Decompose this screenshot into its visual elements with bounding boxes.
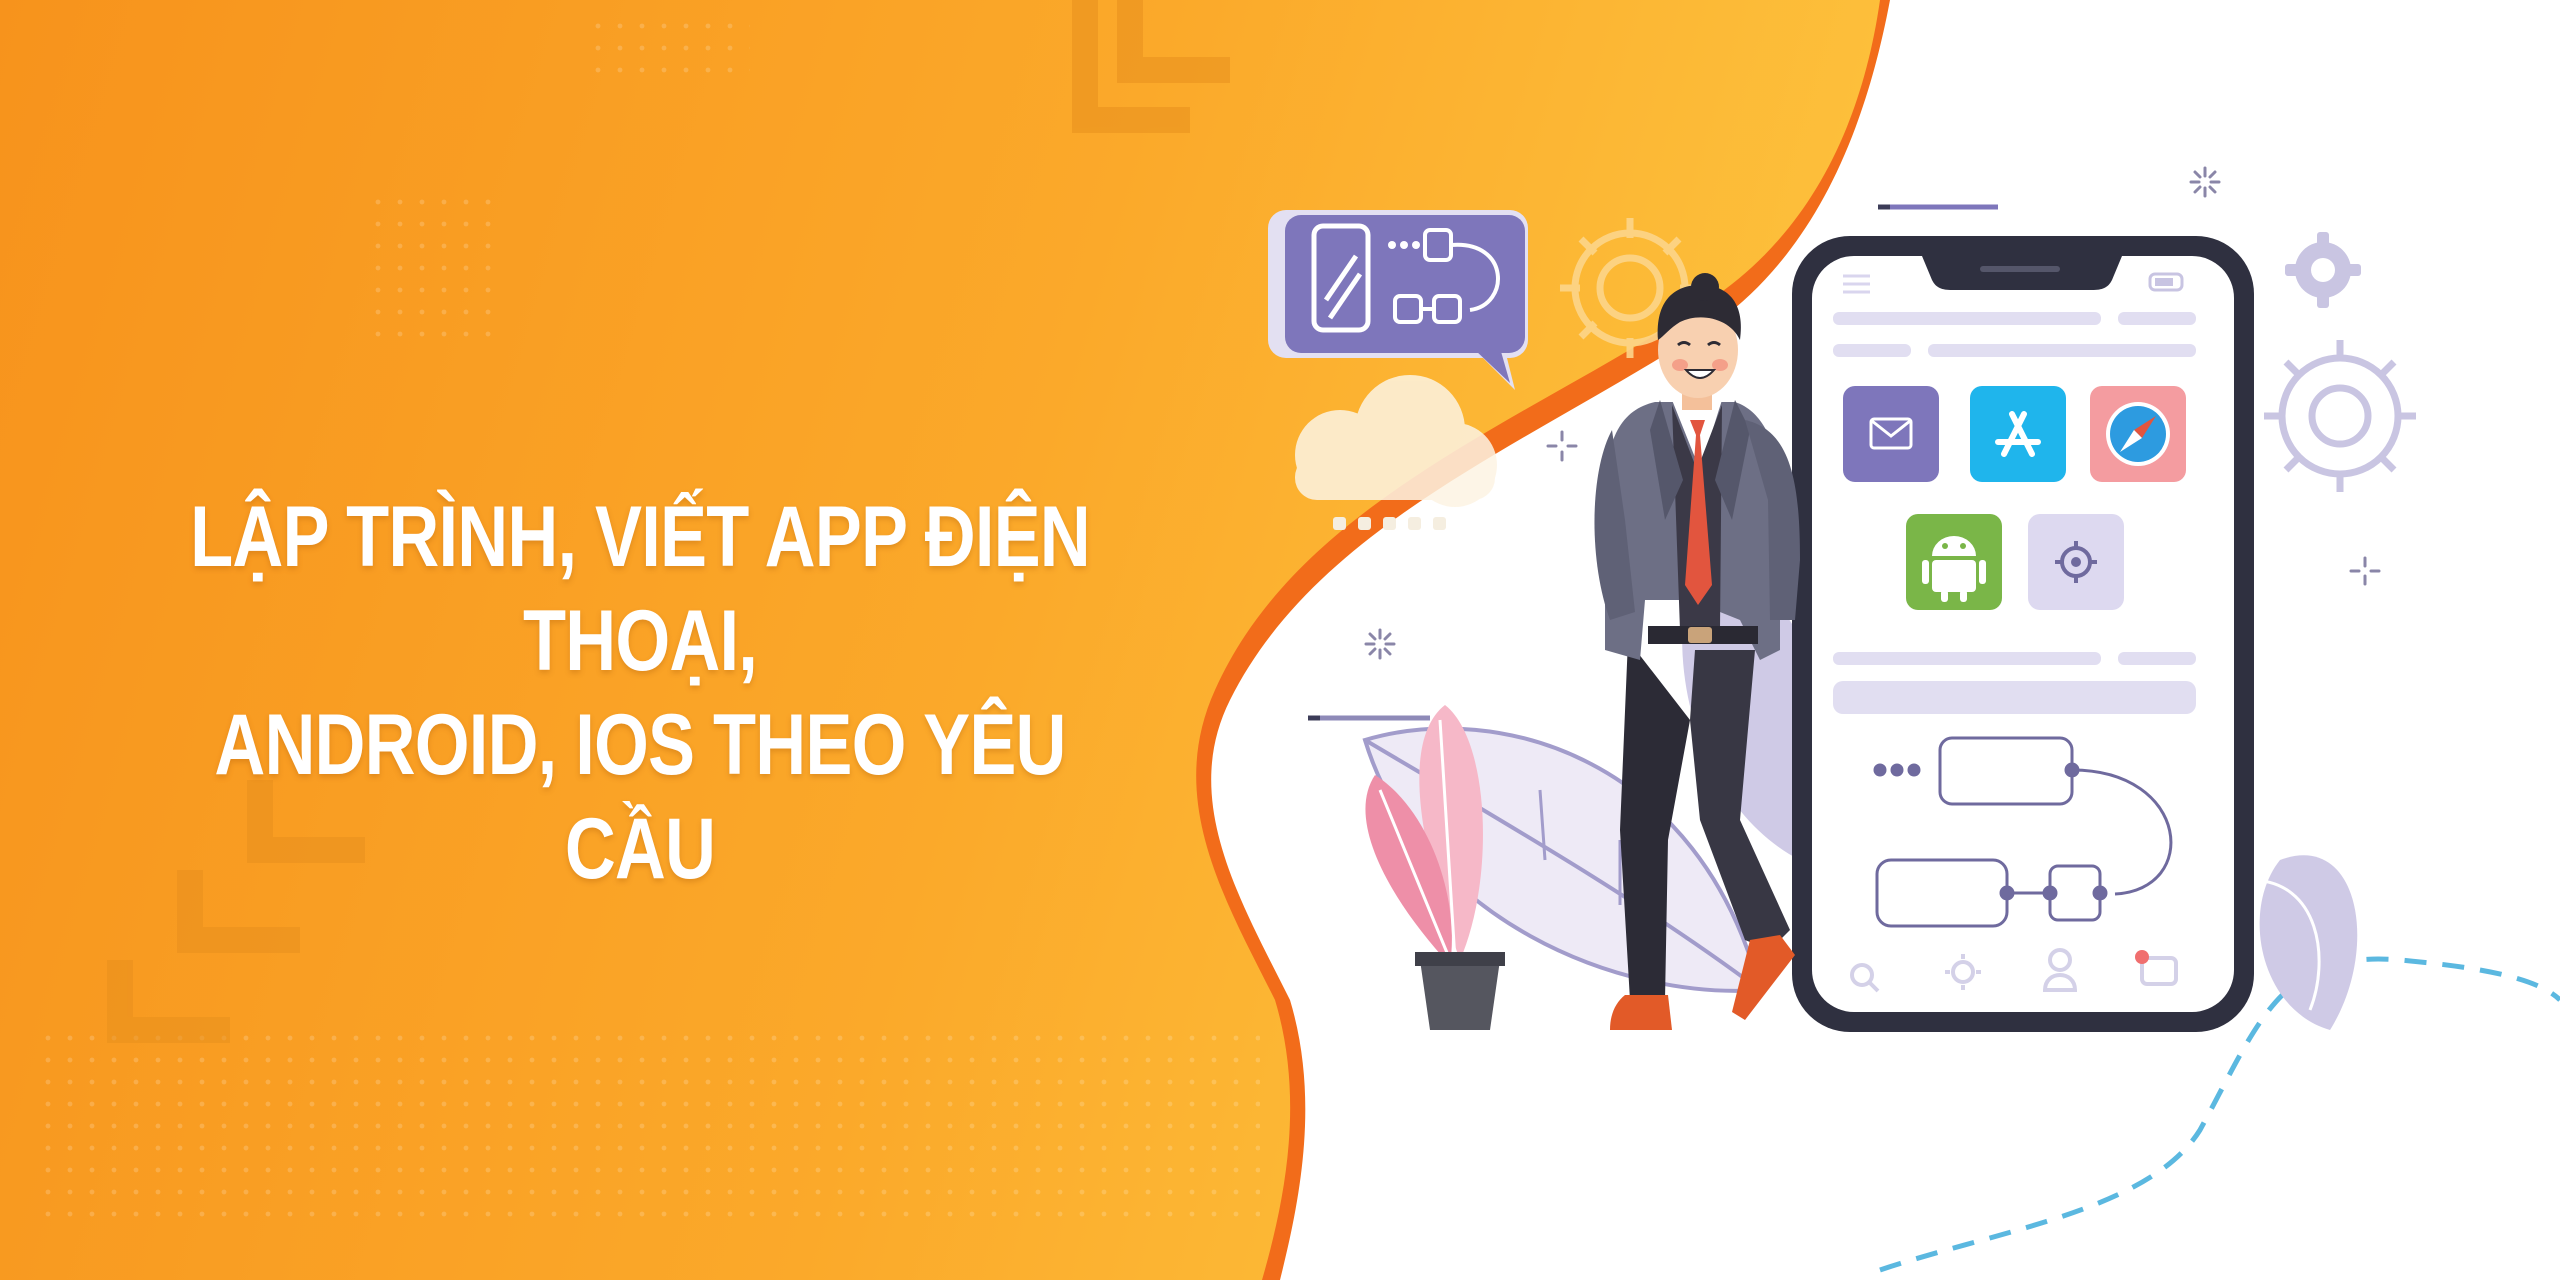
headline: LẬP TRÌNH, VIẾT APP ĐIỆN THOẠI, ANDROID,… (132, 485, 1149, 901)
safari-compass-icon (2090, 386, 2186, 482)
gear-icon (2264, 340, 2416, 492)
app-store-icon (1970, 386, 2066, 482)
headline-line-2: ANDROID, IOS THEO YÊU CẦU (214, 697, 1066, 897)
mail-icon (1843, 386, 1939, 482)
phone-mockup (1792, 236, 2254, 1032)
gear-icon (2285, 232, 2361, 308)
android-icon (1906, 514, 2002, 610)
dot-pattern (580, 15, 750, 75)
headline-line-1: LẬP TRÌNH, VIẾT APP ĐIỆN THOẠI, (190, 489, 1091, 689)
dot-pattern (40, 1020, 1260, 1220)
banner: LẬP TRÌNH, VIẾT APP ĐIỆN THOẠI, ANDROID,… (0, 0, 2560, 1280)
dot-pattern (360, 190, 500, 350)
settings-icon (2028, 514, 2124, 610)
